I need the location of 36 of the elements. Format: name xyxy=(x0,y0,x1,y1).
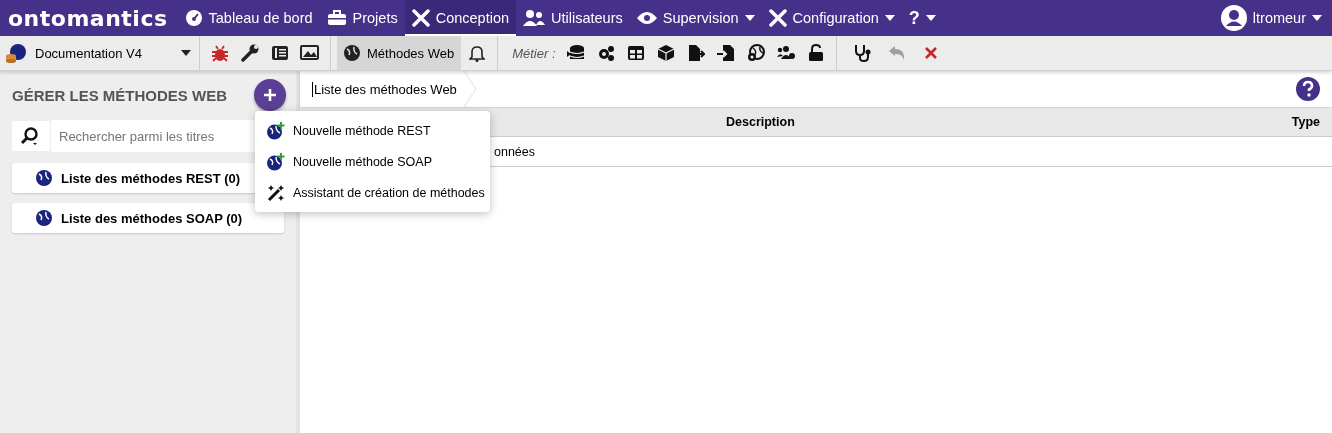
plus-icon xyxy=(263,88,277,102)
nav-item[interactable]: Supervision xyxy=(629,0,762,36)
globe-database-icon xyxy=(5,43,27,63)
logo: ontomantics xyxy=(8,5,168,31)
add-button[interactable] xyxy=(254,79,286,111)
gauge-icon xyxy=(184,9,203,27)
list-card[interactable]: Liste des méthodes SOAP (0) xyxy=(12,203,284,233)
caret-icon xyxy=(181,50,191,56)
nav-item[interactable]: Tableau de bord xyxy=(177,0,320,36)
globe-icon xyxy=(344,45,360,61)
globe-plus-icon xyxy=(267,121,285,140)
globe-icon xyxy=(36,210,52,226)
nav-item[interactable]: ? xyxy=(901,0,943,36)
project-selector[interactable]: Documentation V4 xyxy=(0,36,200,70)
column-header[interactable]: Description xyxy=(726,115,795,129)
user-menu[interactable]: ltromeur xyxy=(1213,0,1332,36)
magic-wand-icon xyxy=(267,183,285,202)
nav-item[interactable]: Utilisateurs xyxy=(516,0,630,36)
module-tab[interactable]: Méthodes Web xyxy=(337,36,462,70)
avatar-icon xyxy=(1220,5,1247,31)
caret-icon xyxy=(1312,15,1322,21)
globe-plus-icon xyxy=(267,152,285,171)
breadcrumb[interactable]: Liste des méthodes Web xyxy=(312,81,457,97)
users-icon xyxy=(523,10,546,26)
search-icon xyxy=(20,126,40,146)
help-icon[interactable] xyxy=(1296,77,1320,101)
nav-item[interactable]: Configuration xyxy=(761,0,902,36)
toolbox-icon xyxy=(326,10,347,26)
nav-item[interactable]: Projets xyxy=(319,0,405,36)
table-cell: onnées xyxy=(494,144,535,159)
metier-label: Métier : xyxy=(512,45,556,61)
globe-icon xyxy=(36,170,52,186)
nav-item[interactable]: Conception xyxy=(404,0,517,36)
eye-icon xyxy=(636,11,657,25)
column-header[interactable]: Type xyxy=(1291,115,1320,129)
sidebar-title: GÉRER LES MÉTHODES WEB xyxy=(12,86,228,104)
